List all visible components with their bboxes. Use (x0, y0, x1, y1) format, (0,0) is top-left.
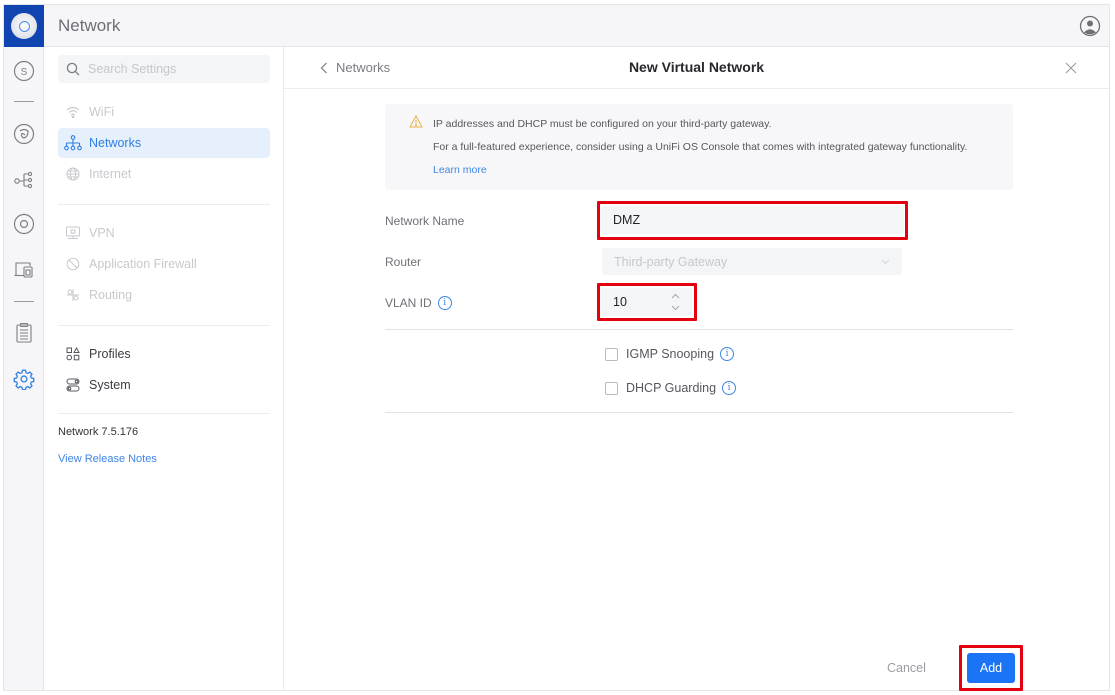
stepper-down-icon[interactable] (671, 305, 680, 311)
igmp-snooping-label: IGMP Snooping (626, 347, 715, 361)
topology-tree-icon[interactable] (12, 168, 36, 192)
search-input[interactable]: Search Settings (58, 55, 270, 83)
nav-item-label: Networks (89, 136, 142, 150)
add-button[interactable]: Add (967, 653, 1015, 683)
checkbox-box[interactable] (605, 347, 618, 361)
clipboard-list-icon[interactable] (12, 321, 36, 345)
router-select[interactable]: Third-party Gateway (602, 248, 902, 275)
app-window: S Network Search Settings WiFi Networks … (3, 4, 1110, 691)
nav-item-routing[interactable]: Routing (58, 280, 270, 310)
nav-item-vpn[interactable]: VPN (58, 218, 270, 248)
nav-item-application-firewall[interactable]: Application Firewall (58, 249, 270, 279)
app-title: Network (58, 16, 121, 35)
devices-icon[interactable] (12, 257, 36, 281)
dhcp-guarding-checkbox[interactable]: DHCP Guarding i (605, 381, 737, 395)
nav-item-wifi[interactable]: WiFi (58, 97, 270, 127)
vpn-monitor-icon (64, 224, 82, 242)
new-network-panel: Networks New Virtual Network IP addresse… (284, 47, 1109, 691)
search-placeholder: Search Settings (88, 62, 177, 76)
dhcp-guarding-label: DHCP Guarding (626, 381, 717, 395)
dashboard-s-circle-icon[interactable]: S (12, 59, 36, 83)
nav-item-internet[interactable]: Internet (58, 159, 270, 189)
cancel-button[interactable]: Cancel (887, 661, 926, 675)
form-divider (385, 329, 1013, 330)
notice-line-1: IP addresses and DHCP must be configured… (433, 118, 772, 130)
notice-line-2: For a full-featured experience, consider… (433, 141, 968, 153)
nav-divider (58, 413, 270, 414)
info-icon[interactable]: i (722, 381, 737, 395)
vlan-id-value: 10 (613, 295, 627, 309)
target-circle-icon[interactable] (12, 212, 36, 236)
globe-icon (64, 165, 82, 183)
vlan-id-label-text: VLAN ID (385, 296, 432, 310)
profiles-shapes-icon (64, 345, 82, 363)
close-icon[interactable] (1063, 60, 1079, 76)
nav-item-label: WiFi (89, 105, 114, 119)
panel-header: Networks New Virtual Network (284, 47, 1109, 89)
version-label: Network 7.5.176 (58, 426, 139, 438)
search-icon (66, 62, 80, 76)
warning-icon (409, 114, 423, 133)
routing-icon (64, 286, 82, 304)
system-toggle-icon (64, 376, 82, 394)
network-name-label: Network Name (385, 214, 465, 228)
rail-divider (14, 101, 34, 102)
unifi-logo-icon[interactable] (4, 5, 44, 47)
stepper-up-icon[interactable] (671, 293, 680, 299)
nav-divider (58, 204, 270, 205)
top-bar: Network (44, 5, 1109, 47)
shield-icon (64, 255, 82, 273)
router-value: Third-party Gateway (614, 254, 728, 269)
nav-item-system[interactable]: System (58, 370, 270, 400)
svg-text:S: S (21, 67, 28, 78)
unifi-device-icon[interactable] (12, 122, 36, 146)
nav-item-label: Profiles (89, 347, 131, 361)
nav-item-label: Routing (89, 288, 133, 302)
network-tree-icon (64, 134, 82, 152)
nav-item-label: VPN (89, 226, 115, 240)
nav-item-profiles[interactable]: Profiles (58, 339, 270, 369)
network-name-input[interactable]: DMZ (601, 206, 904, 234)
gateway-notice: IP addresses and DHCP must be configured… (385, 104, 1013, 190)
info-icon[interactable]: i (437, 296, 452, 310)
nav-item-networks[interactable]: Networks (58, 128, 270, 158)
chevron-down-icon (881, 259, 890, 265)
info-icon[interactable]: i (720, 347, 735, 361)
icon-rail: S (4, 5, 44, 690)
gear-icon[interactable] (12, 367, 36, 391)
checkbox-box[interactable] (605, 381, 618, 395)
nav-divider (58, 325, 270, 326)
settings-nav: Search Settings WiFi Networks Internet V… (45, 47, 284, 690)
learn-more-link[interactable]: Learn more (433, 164, 487, 176)
router-label: Router (385, 255, 422, 269)
igmp-snooping-checkbox[interactable]: IGMP Snooping i (605, 347, 735, 361)
panel-title-text: New Virtual Network (628, 59, 765, 75)
nav-item-label: Application Firewall (89, 257, 197, 271)
panel-title: New Virtual Network (284, 59, 1109, 75)
vlan-id-stepper[interactable]: 10 (601, 288, 692, 316)
rail-divider (14, 301, 34, 302)
nav-item-label: Internet (89, 167, 132, 181)
nav-item-label: System (89, 378, 131, 392)
wifi-icon (64, 103, 82, 121)
form-divider (385, 412, 1013, 413)
user-avatar-icon[interactable] (1079, 15, 1101, 37)
vlan-id-label: VLAN ID i (385, 296, 452, 310)
view-release-notes-link[interactable]: View Release Notes (58, 453, 157, 465)
